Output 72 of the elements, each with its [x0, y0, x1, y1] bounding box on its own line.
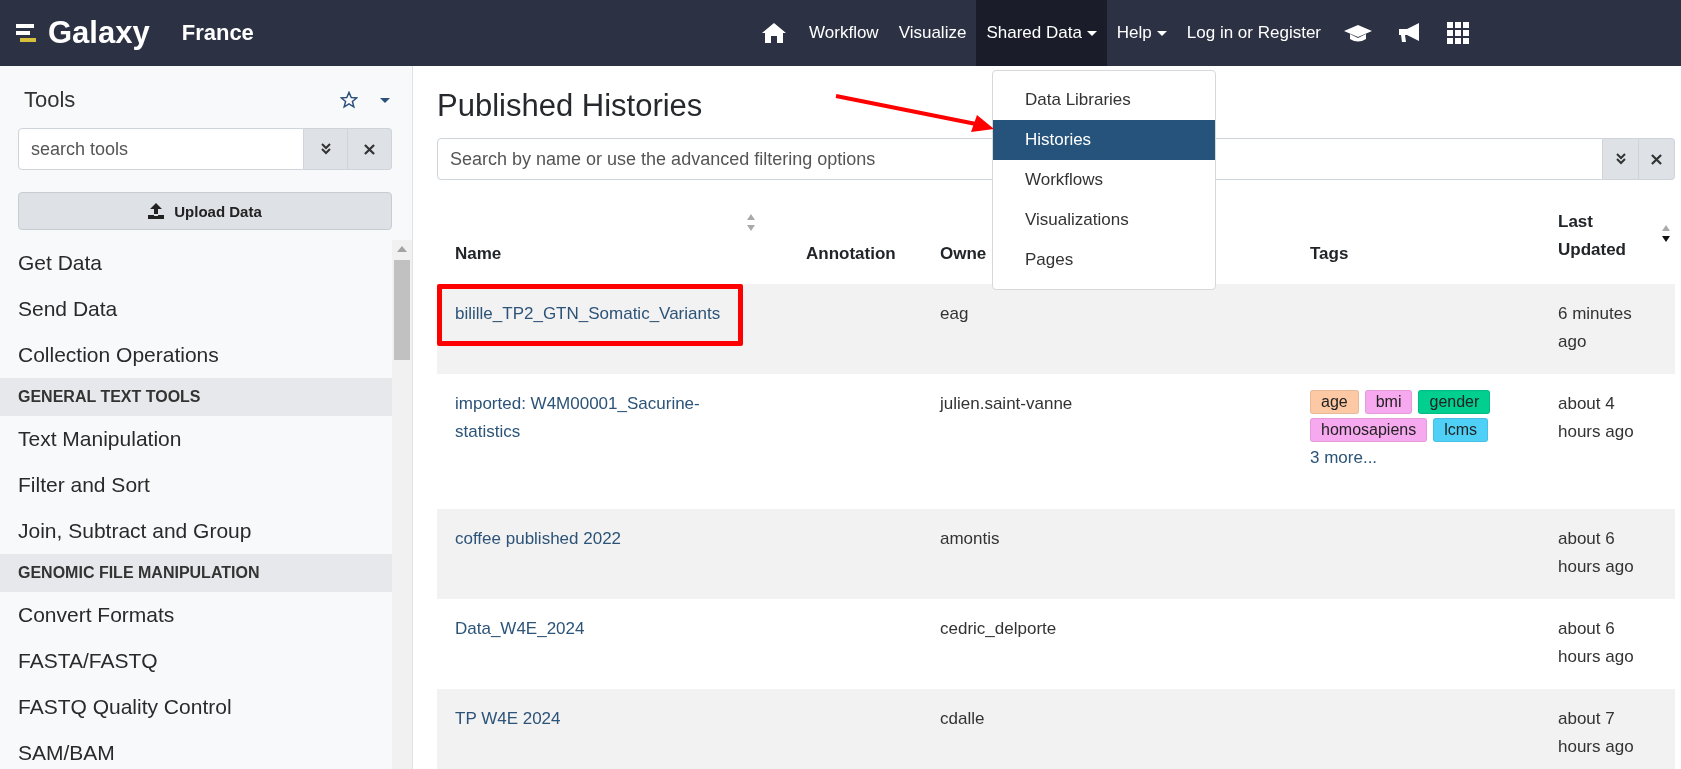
more-tags-link[interactable]: 3 more...	[1310, 444, 1522, 472]
tool-category[interactable]: Send Data	[0, 286, 392, 332]
brand-name[interactable]: Galaxy	[48, 15, 150, 51]
nav-link[interactable]: Log in or Register	[1176, 0, 1331, 66]
tag[interactable]: bmi	[1364, 390, 1413, 414]
tool-category[interactable]: Text Manipulation	[0, 416, 392, 462]
clear-button[interactable]	[1639, 138, 1675, 180]
tag[interactable]: homosapiens	[1310, 418, 1428, 442]
page-title: Published Histories	[437, 88, 703, 124]
tool-category[interactable]: Filter and Sort	[0, 462, 392, 508]
owner-text: cdalle	[940, 709, 985, 728]
tool-category[interactable]: Join, Subtract and Group	[0, 508, 392, 554]
nav-link[interactable]: Workflow	[799, 0, 889, 66]
star-icon[interactable]	[340, 91, 358, 109]
upload-icon	[148, 203, 165, 219]
column-header: Annotation	[806, 244, 896, 264]
owner-text: amontis	[940, 529, 1000, 548]
column-header: Tags	[1310, 244, 1349, 264]
tag[interactable]: lcms	[1433, 418, 1489, 442]
graduation-cap-icon[interactable]	[1343, 23, 1373, 43]
menu-item[interactable]: Pages	[993, 240, 1215, 280]
chevrons-down-icon	[1614, 153, 1627, 165]
history-link[interactable]: bilille_TP2_GTN_Somatic_Variants	[455, 300, 758, 328]
caret-icon[interactable]	[380, 97, 390, 103]
history-link[interactable]: imported: W4M00001_Sacurine-statistics	[455, 390, 758, 446]
owner-text: julien.saint-vanne	[940, 394, 1073, 413]
updated-text: about 7 hours ago	[1558, 709, 1634, 756]
clear-button[interactable]	[348, 128, 392, 170]
tool-category[interactable]: Collection Operations	[0, 332, 392, 378]
nav-link[interactable]: Visualize	[888, 0, 977, 66]
menu-item[interactable]: Data Libraries	[993, 80, 1215, 120]
section-header: GENOMIC FILE MANIPULATION	[0, 554, 392, 592]
chevrons-down-icon	[319, 143, 332, 155]
close-icon	[364, 143, 375, 155]
tool-category[interactable]: Convert Formats	[0, 592, 392, 638]
updated-text: about 6 hours ago	[1558, 529, 1634, 576]
tool-category[interactable]: SAM/BAM	[0, 730, 392, 769]
close-icon	[1651, 153, 1662, 165]
tag[interactable]: age	[1310, 390, 1359, 414]
advanced-search-button[interactable]	[304, 128, 348, 170]
column-header[interactable]: Last Updated	[1558, 208, 1638, 264]
tool-category[interactable]: FASTA/FASTQ	[0, 638, 392, 684]
menu-item[interactable]: Visualizations	[993, 200, 1215, 240]
column-header: Owne	[940, 244, 987, 264]
section-header: GENERAL TEXT TOOLS	[0, 378, 392, 416]
caret-icon	[1086, 30, 1097, 36]
tool-category[interactable]: FASTQ Quality Control	[0, 684, 392, 730]
caret-icon	[1156, 30, 1167, 36]
home-icon[interactable]	[761, 22, 788, 44]
menu-item[interactable]: Histories	[993, 120, 1215, 160]
column-header[interactable]: Name	[455, 244, 502, 264]
history-link[interactable]: TP W4E 2024	[455, 705, 758, 733]
apps-grid-icon[interactable]	[1447, 22, 1469, 44]
nav-link[interactable]: Help	[1106, 0, 1177, 66]
tool-category[interactable]: Get Data	[0, 240, 392, 286]
updated-text: about 4 hours ago	[1558, 394, 1634, 441]
brand-subtitle: France	[181, 20, 254, 46]
advanced-search-button[interactable]	[1603, 138, 1639, 180]
panel-title: Tools	[24, 87, 77, 113]
scrollbar[interactable]	[392, 240, 412, 769]
scrollbar-thumb[interactable]	[394, 260, 410, 360]
upload-button[interactable]: Upload Data	[18, 192, 392, 230]
owner-text: cedric_delporte	[940, 619, 1057, 638]
tag[interactable]: gender	[1418, 390, 1491, 414]
search-field[interactable]: search tools	[18, 128, 304, 170]
owner-text: eag	[940, 304, 969, 323]
menu-item[interactable]: Workflows	[993, 160, 1215, 200]
updated-text: 6 minutes ago	[1558, 304, 1632, 351]
history-link[interactable]: Data_W4E_2024	[455, 615, 758, 643]
history-link[interactable]: coffee published 2022	[455, 525, 758, 553]
updated-text: about 6 hours ago	[1558, 619, 1634, 666]
nav-link[interactable]: Shared Data	[976, 0, 1107, 66]
